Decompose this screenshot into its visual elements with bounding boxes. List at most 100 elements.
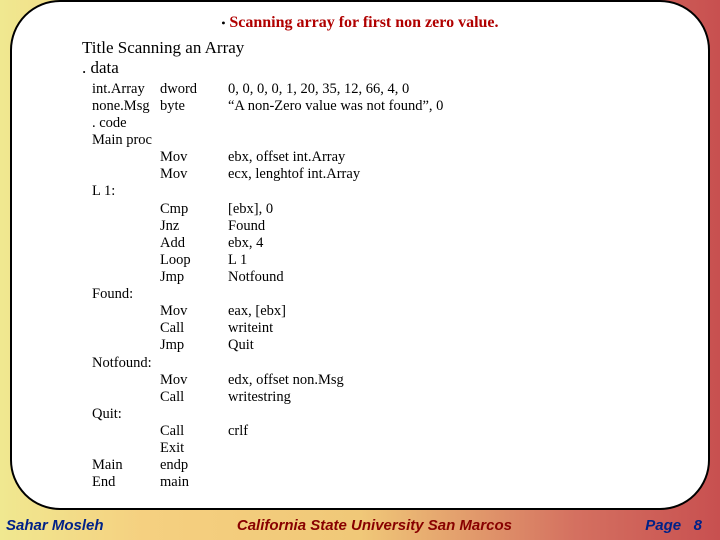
code-col-operand: [ebx], 0 [228, 201, 708, 218]
code-col-label [92, 372, 160, 389]
code-col-label [92, 252, 160, 269]
code-col-op: Call [160, 320, 228, 337]
code-row: Main proc [92, 132, 708, 149]
code-col-label [92, 218, 160, 235]
code-col-label [92, 303, 160, 320]
code-col-label [92, 423, 160, 440]
code-col-label: Quit: [92, 406, 160, 423]
code-col-op: Add [160, 235, 228, 252]
code-row: none.Msgbyte“A non-Zero value was not fo… [92, 98, 708, 115]
code-col-op [160, 286, 228, 303]
code-col-op: endp [160, 457, 228, 474]
code-row: Callwriteint [92, 320, 708, 337]
code-row: Movecx, lenghtof int.Array [92, 166, 708, 183]
code-col-operand [228, 115, 708, 132]
heading-text: Scanning array for first non zero value. [229, 14, 498, 31]
code-col-operand: edx, offset non.Msg [228, 372, 708, 389]
code-col-operand [228, 474, 708, 491]
code-col-op [160, 355, 228, 372]
code-row: Movedx, offset non.Msg [92, 372, 708, 389]
code-col-label [92, 337, 160, 354]
code-col-label: none.Msg [92, 98, 160, 115]
title-line-1: Title Scanning an Array [12, 38, 708, 58]
code-row: JmpQuit [92, 337, 708, 354]
code-row: Cmp[ebx], 0 [92, 201, 708, 218]
code-row: JmpNotfound [92, 269, 708, 286]
code-row: Found: [92, 286, 708, 303]
code-col-operand: L 1 [228, 252, 708, 269]
code-col-op: dword [160, 81, 228, 98]
code-col-label: Main [92, 457, 160, 474]
footer-author: Sahar Mosleh [6, 517, 104, 534]
code-row: int.Arraydword0, 0, 0, 0, 1, 20, 35, 12,… [92, 81, 708, 98]
code-row: Quit: [92, 406, 708, 423]
code-col-operand [228, 132, 708, 149]
code-col-op: Call [160, 423, 228, 440]
code-row: . code [92, 115, 708, 132]
code-row: Mainendp [92, 457, 708, 474]
bullet-icon: • [221, 17, 225, 29]
code-col-label: . code [92, 115, 160, 132]
code-col-operand: Notfound [228, 269, 708, 286]
footer-page: Page 8 [645, 517, 702, 534]
code-col-operand [228, 355, 708, 372]
code-row: Exit [92, 440, 708, 457]
code-col-operand: writeint [228, 320, 708, 337]
code-col-operand [228, 440, 708, 457]
code-col-op: Mov [160, 149, 228, 166]
code-col-label: Notfound: [92, 355, 160, 372]
footer: Sahar Mosleh California State University… [0, 517, 720, 534]
slide-card: • Scanning array for first non zero valu… [10, 0, 710, 510]
code-row: Callwritestring [92, 389, 708, 406]
code-col-operand [228, 286, 708, 303]
code-col-operand: ecx, lenghtof int.Array [228, 166, 708, 183]
code-col-op: byte [160, 98, 228, 115]
code-col-op [160, 115, 228, 132]
code-col-label [92, 149, 160, 166]
code-row: Callcrlf [92, 423, 708, 440]
code-row: Addebx, 4 [92, 235, 708, 252]
code-row: JnzFound [92, 218, 708, 235]
code-col-operand: 0, 0, 0, 0, 1, 20, 35, 12, 66, 4, 0 [228, 81, 708, 98]
footer-university: California State University San Marcos [104, 517, 646, 534]
code-col-operand [228, 457, 708, 474]
code-col-operand: ebx, 4 [228, 235, 708, 252]
code-col-label [92, 389, 160, 406]
code-col-operand: ebx, offset int.Array [228, 149, 708, 166]
code-col-label: int.Array [92, 81, 160, 98]
code-col-operand: Quit [228, 337, 708, 354]
title-line-2: . data [12, 58, 708, 78]
code-col-operand: “A non-Zero value was not found”, 0 [228, 98, 708, 115]
slide-heading: • Scanning array for first non zero valu… [12, 14, 708, 32]
code-col-op [160, 132, 228, 149]
code-col-operand [228, 406, 708, 423]
code-row: Notfound: [92, 355, 708, 372]
code-col-label [92, 166, 160, 183]
code-row: Movebx, offset int.Array [92, 149, 708, 166]
code-col-operand: eax, [ebx] [228, 303, 708, 320]
code-row: Moveax, [ebx] [92, 303, 708, 320]
code-col-op [160, 406, 228, 423]
code-col-operand: Found [228, 218, 708, 235]
code-col-op: Jmp [160, 269, 228, 286]
code-col-label: Main proc [92, 132, 160, 149]
code-col-op: main [160, 474, 228, 491]
code-col-label [92, 440, 160, 457]
code-col-op: Jnz [160, 218, 228, 235]
code-row: L 1: [92, 183, 708, 200]
code-col-op: Call [160, 389, 228, 406]
code-col-label: Found: [92, 286, 160, 303]
code-col-label [92, 201, 160, 218]
code-col-op: Mov [160, 372, 228, 389]
code-col-op: Mov [160, 303, 228, 320]
code-col-operand [228, 183, 708, 200]
code-col-label [92, 320, 160, 337]
code-col-label: End [92, 474, 160, 491]
code-col-op: Exit [160, 440, 228, 457]
code-col-label: L 1: [92, 183, 160, 200]
code-col-op: Mov [160, 166, 228, 183]
code-col-op: Cmp [160, 201, 228, 218]
code-col-operand: writestring [228, 389, 708, 406]
code-block: int.Arraydword0, 0, 0, 0, 1, 20, 35, 12,… [12, 81, 708, 492]
code-col-op: Loop [160, 252, 228, 269]
